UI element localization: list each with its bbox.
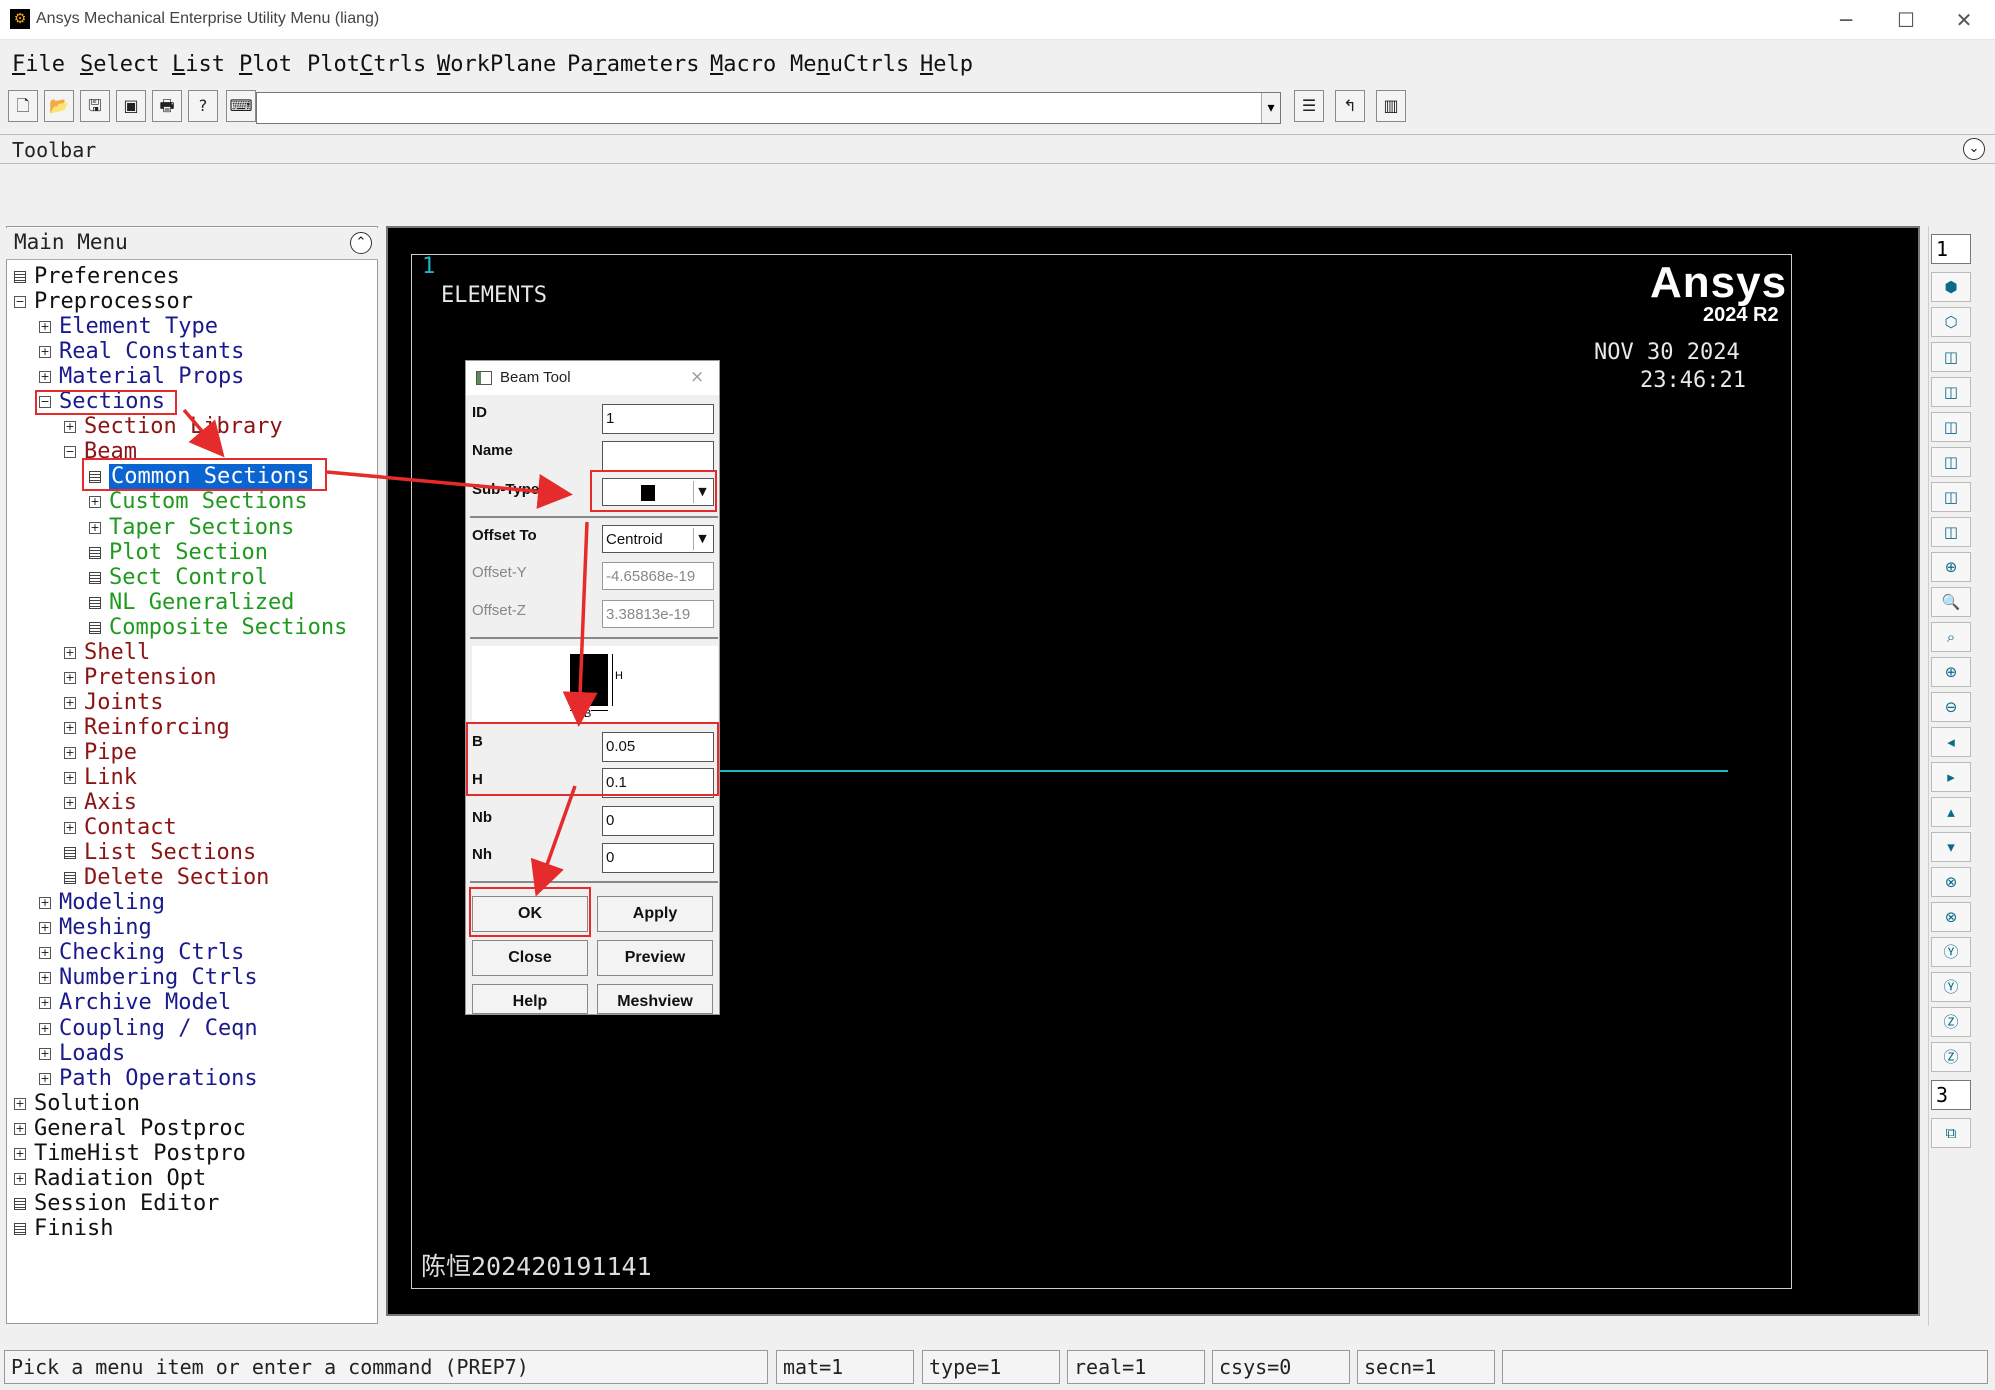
status-prompt: Pick a menu item or enter a command (PRE… bbox=[4, 1350, 768, 1384]
status-type: type=1 bbox=[922, 1350, 1060, 1384]
status-secn: secn=1 bbox=[1357, 1350, 1495, 1384]
arrow-to-ok bbox=[530, 785, 577, 897]
status-empty bbox=[1502, 1350, 1988, 1384]
arrow-to-subtype bbox=[326, 470, 573, 509]
app-window: ⚙ Ansys Mechanical Enterprise Utility Me… bbox=[0, 0, 1995, 1390]
status-real: real=1 bbox=[1067, 1350, 1205, 1384]
arrow-to-common-sections bbox=[182, 408, 225, 458]
status-csys: csys=0 bbox=[1212, 1350, 1350, 1384]
annotation-arrows bbox=[182, 408, 598, 897]
arrow-to-dimensions bbox=[562, 521, 598, 727]
status-mat: mat=1 bbox=[776, 1350, 914, 1384]
